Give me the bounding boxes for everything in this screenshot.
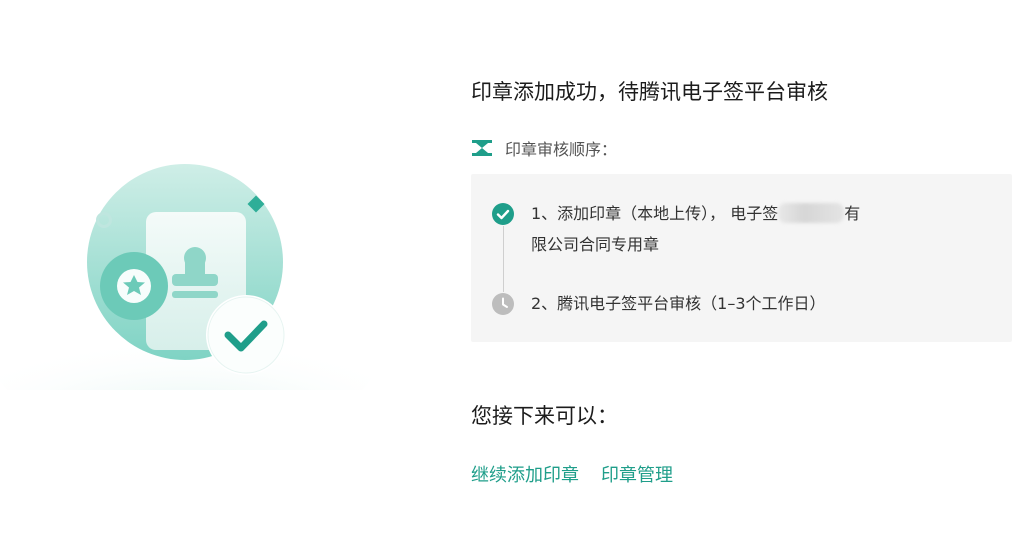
step-1-text: 1、添加印章（本地上传）， 电子签 有 限公司合同专用章 bbox=[531, 198, 860, 260]
review-order-header: 印章审核顺序： bbox=[471, 136, 617, 160]
continue-add-seal-link[interactable]: 继续添加印章 bbox=[471, 461, 579, 487]
step-1-line1-suffix: 有 bbox=[844, 204, 861, 223]
star-badge-icon bbox=[100, 252, 168, 320]
step-2-text: 2、腾讯电子签平台审核（1–3个工作日） bbox=[531, 294, 826, 313]
seal-success-illustration bbox=[0, 164, 375, 390]
next-actions-title: 您接下来可以： bbox=[471, 404, 618, 428]
page-title: 印章添加成功，待腾讯电子签平台审核 bbox=[471, 80, 828, 104]
step-1-line1-prefix: 1、添加印章（本地上传）， 电子签 bbox=[531, 204, 779, 223]
step-1-line2: 限公司合同专用章 bbox=[531, 235, 660, 254]
clock-icon bbox=[492, 293, 514, 315]
check-badge-icon bbox=[206, 295, 286, 375]
next-actions-links: 继续添加印章 印章管理 bbox=[471, 461, 673, 487]
redacted-text bbox=[778, 203, 845, 223]
review-order-label: 印章审核顺序： bbox=[505, 140, 618, 159]
step-connector bbox=[503, 226, 504, 292]
check-circle-icon bbox=[492, 203, 514, 225]
order-list-icon bbox=[472, 140, 492, 156]
seal-management-link[interactable]: 印章管理 bbox=[601, 461, 673, 487]
